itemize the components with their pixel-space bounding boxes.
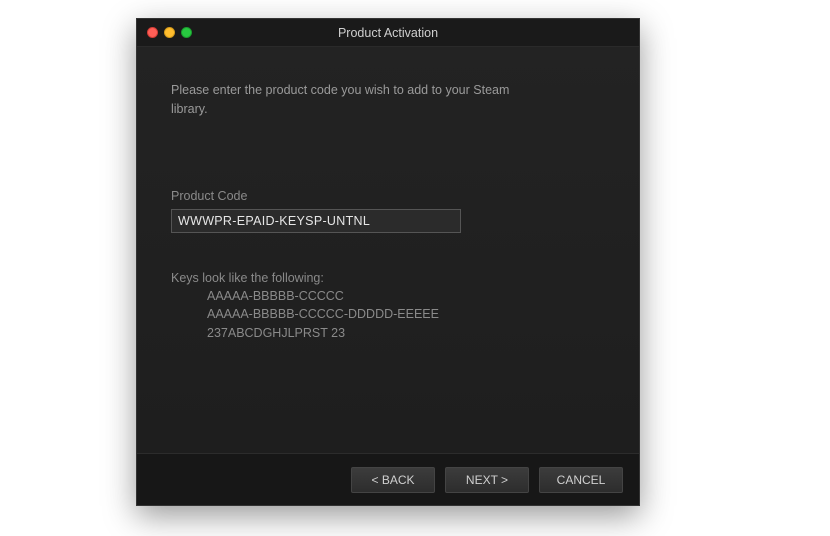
footer-bar: < BACK NEXT > CANCEL (137, 453, 639, 505)
instruction-text: Please enter the product code you wish t… (171, 81, 531, 119)
traffic-lights (137, 27, 192, 38)
content-area: Please enter the product code you wish t… (137, 47, 639, 453)
zoom-icon[interactable] (181, 27, 192, 38)
back-button[interactable]: < BACK (351, 467, 435, 493)
hint-example: AAAAA-BBBBB-CCCCC-DDDDD-EEEEE (207, 305, 605, 324)
minimize-icon[interactable] (164, 27, 175, 38)
activation-window: Product Activation Please enter the prod… (136, 18, 640, 506)
titlebar[interactable]: Product Activation (137, 19, 639, 47)
hint-title: Keys look like the following: (171, 271, 605, 285)
window-title: Product Activation (137, 26, 639, 40)
cancel-button[interactable]: CANCEL (539, 467, 623, 493)
next-button[interactable]: NEXT > (445, 467, 529, 493)
hint-example: 237ABCDGHJLPRST 23 (207, 324, 605, 343)
close-icon[interactable] (147, 27, 158, 38)
product-code-label: Product Code (171, 189, 605, 203)
product-code-input[interactable] (171, 209, 461, 233)
hint-example: AAAAA-BBBBB-CCCCC (207, 287, 605, 306)
hint-list: AAAAA-BBBBB-CCCCC AAAAA-BBBBB-CCCCC-DDDD… (171, 287, 605, 343)
input-wrap (171, 209, 605, 233)
